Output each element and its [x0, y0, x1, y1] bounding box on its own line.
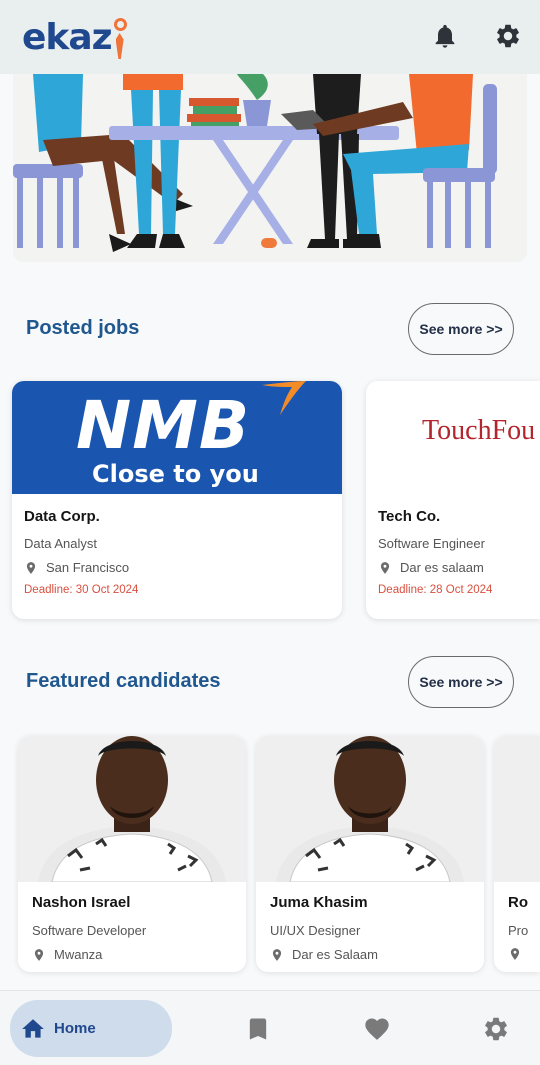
candidate-name: Juma Khasim [270, 894, 368, 911]
bottom-navigation: Home [0, 990, 540, 1065]
company-banner-touchfoundation: TouchFou [366, 381, 540, 494]
featured-candidates-see-more-button[interactable]: See more >> [408, 656, 514, 708]
candidate-photo [256, 736, 484, 882]
candidate-role: Software Developer [32, 923, 147, 938]
location-pin-icon [26, 561, 36, 574]
nmb-swoosh-icon [262, 381, 306, 415]
job-deadline: Deadline: 28 Oct 2024 [378, 584, 493, 596]
job-location: San Francisco [46, 560, 130, 575]
job-company: Data Corp. [24, 508, 100, 525]
candidate-location: Mwanza [54, 947, 103, 962]
location-pin-icon [272, 948, 282, 961]
candidate-name: Nashon Israel [32, 894, 131, 911]
location-pin-icon [34, 948, 44, 961]
candidate-photo [18, 736, 246, 882]
featured-candidates-title: Featured candidates [26, 670, 221, 692]
job-location: Dar es salaam [400, 560, 484, 575]
candidate-location: Dar es Salaam [292, 947, 378, 962]
nmb-tagline: Close to you [92, 460, 259, 488]
candidate-name: Ro [508, 894, 528, 911]
heart-icon[interactable] [363, 1015, 391, 1043]
job-deadline: Deadline: 30 Oct 2024 [24, 584, 139, 596]
bell-icon[interactable] [431, 22, 459, 50]
candidate-role: Pro [508, 923, 529, 938]
candidate-role: UI/UX Designer [270, 923, 361, 938]
company-banner-nmb: NMB Close to you [12, 381, 342, 494]
gear-icon[interactable] [494, 22, 522, 50]
logo-text: ekaz [22, 17, 113, 58]
location-pin-icon [510, 948, 520, 960]
posted-jobs-title: Posted jobs [26, 317, 140, 339]
job-card[interactable]: NMB Close to you Data Corp. Data Analyst… [12, 381, 342, 619]
candidate-photo [494, 736, 540, 882]
posted-jobs-see-more-button[interactable]: See more >> [408, 303, 514, 355]
office-meeting-illustration [13, 74, 497, 252]
job-title: Software Engineer [378, 536, 485, 551]
settings-gear-icon[interactable] [482, 1015, 510, 1043]
candidate-card[interactable]: Ro Pro [494, 736, 540, 972]
ekazi-logo[interactable]: ekaz [22, 14, 127, 60]
location-pin-icon [380, 561, 390, 574]
nmb-logo-text: NMB [76, 387, 251, 464]
bookmark-icon[interactable] [244, 1015, 272, 1043]
nav-home-label: Home [54, 1020, 96, 1037]
hero-illustration [13, 74, 527, 262]
job-card[interactable]: TouchFou Tech Co. Software Engineer Dar … [366, 381, 540, 619]
job-title: Data Analyst [24, 536, 97, 551]
app-header: ekaz [0, 0, 540, 74]
touchfoundation-logo-text: TouchFou [422, 415, 536, 446]
home-icon [22, 1018, 44, 1038]
candidate-card[interactable]: Nashon Israel Software Developer Mwanza [18, 736, 246, 972]
nav-home-tab[interactable]: Home [10, 1000, 172, 1057]
candidate-card[interactable]: Juma Khasim UI/UX Designer Dar es Salaam [256, 736, 484, 972]
job-company: Tech Co. [378, 508, 441, 525]
logo-tie-icon [113, 16, 127, 60]
